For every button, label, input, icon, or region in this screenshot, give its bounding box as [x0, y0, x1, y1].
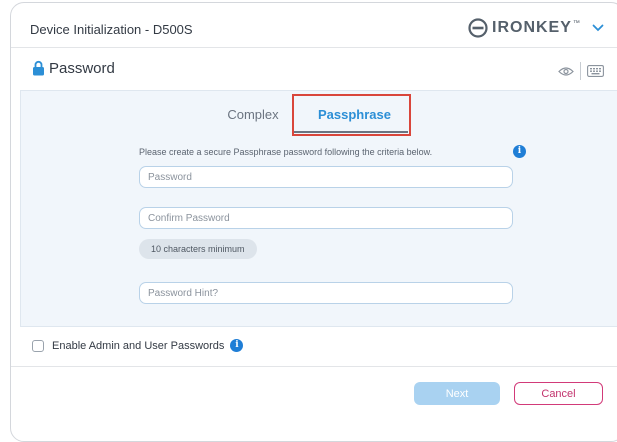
footer-divider — [11, 366, 617, 367]
ironkey-logo-icon — [468, 18, 488, 38]
window-title: Device Initialization - D500S — [30, 22, 193, 37]
section-header: Password — [11, 48, 617, 90]
eye-icon[interactable] — [558, 66, 574, 77]
confirm-password-input[interactable] — [139, 207, 513, 229]
cancel-button[interactable]: Cancel — [514, 382, 603, 405]
device-initialization-window: Device Initialization - D500S IRONKEY ™ … — [10, 2, 617, 442]
next-button[interactable]: Next — [414, 382, 500, 405]
admin-user-label[interactable]: Enable Admin and User Passwords — [52, 340, 224, 352]
instruction-text: Please create a secure Passphrase passwo… — [139, 145, 526, 158]
lock-icon — [33, 60, 44, 76]
password-input[interactable] — [139, 166, 513, 188]
admin-user-checkbox[interactable] — [32, 339, 44, 352]
password-hint-input[interactable] — [139, 282, 513, 304]
brand-name: IRONKEY — [492, 19, 572, 36]
header-divider — [580, 62, 581, 80]
page-title: Password — [49, 60, 115, 77]
requirement-badge: 10 characters minimum — [139, 239, 257, 259]
keyboard-icon[interactable] — [587, 65, 604, 77]
title-bar: Device Initialization - D500S IRONKEY ™ — [11, 3, 617, 48]
tab-complex[interactable]: Complex — [218, 107, 288, 122]
tab-highlight-box — [292, 94, 411, 136]
info-icon[interactable]: i — [513, 145, 526, 158]
instruction-label: Please create a secure Passphrase passwo… — [139, 147, 433, 157]
brand-menu[interactable]: IRONKEY ™ — [468, 18, 604, 38]
brand-trademark: ™ — [572, 20, 580, 27]
password-panel: Complex Passphrase Please create a secur… — [20, 90, 617, 327]
admin-user-option[interactable]: Enable Admin and User Passwords i — [32, 339, 244, 352]
info-icon[interactable]: i — [230, 339, 244, 352]
chevron-down-icon[interactable] — [592, 24, 604, 32]
